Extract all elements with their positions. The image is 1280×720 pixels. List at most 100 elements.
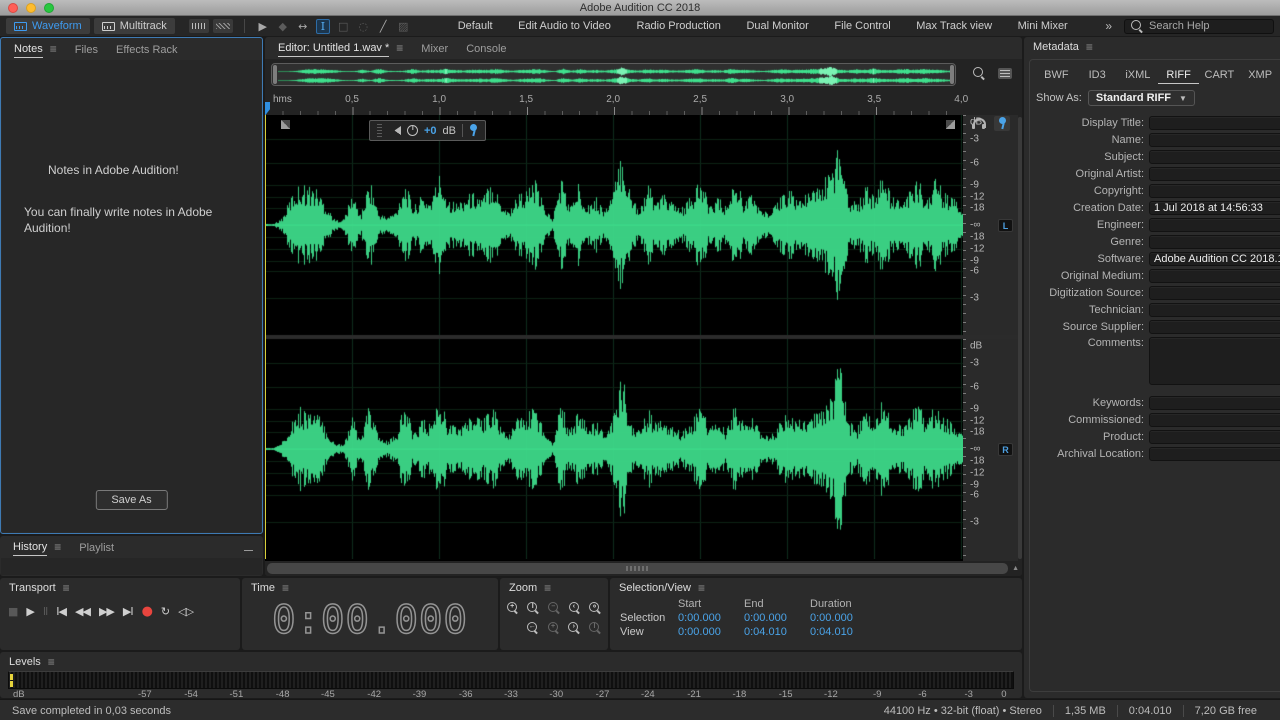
record-button[interactable]: ● bbox=[142, 604, 152, 619]
panel-tab[interactable]: Mixer bbox=[412, 40, 457, 57]
scrollbar-thumb[interactable] bbox=[267, 563, 1008, 574]
selection-end-value[interactable]: 0:00.000 bbox=[744, 612, 810, 624]
field-input[interactable] bbox=[1149, 184, 1280, 198]
volume-hud[interactable]: +0 dB bbox=[369, 120, 486, 141]
workspace-item[interactable]: Dual Monitor bbox=[746, 20, 808, 32]
field-input[interactable] bbox=[1149, 150, 1280, 164]
zoom-in-amplitude-icon[interactable]: I bbox=[525, 599, 543, 616]
selection-duration-value[interactable]: 0:00.000 bbox=[810, 612, 880, 624]
field-input[interactable] bbox=[1149, 337, 1280, 385]
zoom-navigator-strip[interactable] bbox=[271, 63, 956, 86]
stop-button[interactable]: ■ bbox=[8, 605, 17, 618]
panel-tab[interactable]: History bbox=[4, 538, 70, 556]
zoom-window-button[interactable] bbox=[44, 3, 54, 13]
multitrack-mode-button[interactable]: Multitrack bbox=[94, 18, 175, 34]
zoom-reset-icon[interactable]: I bbox=[586, 619, 604, 636]
panel-tab[interactable]: Effects Rack bbox=[107, 41, 187, 58]
hud-pin-icon[interactable] bbox=[469, 124, 478, 137]
panel-tab[interactable]: Playlist bbox=[70, 539, 123, 556]
metadata-tab[interactable]: iXML bbox=[1118, 66, 1159, 84]
field-input[interactable] bbox=[1149, 413, 1280, 427]
workspace-overflow-chevron[interactable]: » bbox=[1105, 19, 1112, 33]
field-input[interactable] bbox=[1149, 286, 1280, 300]
view-end-value[interactable]: 0:04.010 bbox=[744, 626, 810, 638]
workspace-item[interactable]: Default bbox=[458, 20, 493, 32]
field-input[interactable] bbox=[1149, 303, 1280, 317]
search-help-field[interactable]: Search Help bbox=[1124, 19, 1274, 34]
time-display[interactable]: 0:00.000 bbox=[242, 590, 498, 650]
field-input[interactable] bbox=[1149, 269, 1280, 283]
headphones-icon[interactable] bbox=[972, 118, 985, 129]
field-input[interactable] bbox=[1149, 218, 1280, 232]
workspace-item[interactable]: File Control bbox=[834, 20, 890, 32]
paintbrush-tool[interactable]: ╱ bbox=[376, 20, 390, 33]
show-as-dropdown[interactable]: Standard RIFF ▼ bbox=[1088, 90, 1195, 106]
rewind-button[interactable]: ◀◀ bbox=[75, 605, 90, 618]
time-selection-tool[interactable]: I bbox=[316, 19, 330, 34]
metadata-tab[interactable]: CART bbox=[1199, 66, 1240, 84]
skip-to-start-button[interactable]: Ⅰ◀ bbox=[56, 605, 66, 618]
zoom-in-right-edge-icon[interactable]: › bbox=[566, 619, 584, 636]
waveform-mode-button[interactable]: Waveform bbox=[6, 18, 90, 34]
field-input[interactable] bbox=[1149, 320, 1280, 334]
waveform-display[interactable]: +0 dB bbox=[265, 115, 963, 561]
lasso-selection-tool[interactable]: ◌ bbox=[356, 20, 370, 33]
scale-grabber-icon[interactable] bbox=[281, 120, 290, 129]
display-options-icon[interactable] bbox=[998, 68, 1012, 79]
razor-tool[interactable]: ◆ bbox=[276, 20, 290, 33]
gain-value[interactable]: +0 bbox=[424, 125, 437, 137]
field-input[interactable] bbox=[1149, 396, 1280, 410]
zoom-in-icon[interactable]: + bbox=[504, 599, 522, 616]
level-meter[interactable] bbox=[8, 671, 1014, 689]
close-window-button[interactable] bbox=[8, 3, 18, 13]
scroll-up-arrow-icon[interactable]: ▲ bbox=[1012, 565, 1019, 572]
waveform-view-button[interactable] bbox=[189, 19, 209, 33]
panel-tab[interactable]: Console bbox=[457, 40, 515, 57]
field-input[interactable]: Adobe Audition CC 2018.1 bbox=[1149, 252, 1280, 266]
skip-selection-button[interactable]: ◁▷ bbox=[178, 605, 193, 618]
field-input[interactable]: 1 Jul 2018 at 14:56:33 bbox=[1149, 201, 1280, 215]
playhead-marker[interactable] bbox=[265, 102, 270, 115]
workspace-item[interactable]: Edit Audio to Video bbox=[518, 20, 611, 32]
zoom-out-amplitude-icon[interactable]: + bbox=[545, 619, 563, 636]
fast-forward-button[interactable]: ▶▶ bbox=[99, 605, 114, 618]
pin-button[interactable] bbox=[994, 116, 1010, 131]
zoom-in-left-edge-icon[interactable]: ‹ bbox=[566, 599, 584, 616]
zoom-to-selection-icon[interactable]: ‹› bbox=[586, 599, 604, 616]
marquee-selection-tool[interactable]: □ bbox=[336, 20, 350, 33]
metadata-tab[interactable]: XMP bbox=[1240, 66, 1280, 84]
view-duration-value[interactable]: 0:04.010 bbox=[810, 626, 880, 638]
pause-button[interactable]: Ⅱ bbox=[43, 605, 47, 618]
panel-collapse-icon[interactable] bbox=[244, 550, 253, 551]
panel-tab[interactable]: Notes bbox=[5, 40, 66, 58]
zoom-out-full-icon[interactable]: ← bbox=[524, 619, 542, 636]
field-input[interactable] bbox=[1149, 235, 1280, 249]
loop-playback-button[interactable]: ↻ bbox=[161, 605, 169, 618]
field-input[interactable] bbox=[1149, 167, 1280, 181]
skip-to-end-button[interactable]: ▶Ⅰ bbox=[123, 605, 133, 618]
view-start-value[interactable]: 0:00.000 bbox=[678, 626, 744, 638]
zoom-out-icon[interactable]: – bbox=[545, 599, 563, 616]
timeline-ruler[interactable]: hms 0,51,01,52,02,53,03,54,0 bbox=[265, 91, 963, 115]
vertical-scrollbar[interactable] bbox=[1018, 117, 1022, 559]
notes-editor-area[interactable]: Notes in Adobe Audition! You can finally… bbox=[2, 60, 261, 532]
channel-badge-left[interactable]: L bbox=[998, 219, 1013, 232]
field-input[interactable] bbox=[1149, 447, 1280, 461]
play-button[interactable]: ▶ bbox=[26, 605, 33, 618]
hud-grip-icon[interactable] bbox=[377, 124, 382, 137]
selection-start-value[interactable]: 0:00.000 bbox=[678, 612, 744, 624]
zoom-out-full-icon[interactable] bbox=[973, 67, 985, 79]
metadata-tab[interactable]: ID3 bbox=[1077, 66, 1118, 84]
metadata-tab[interactable]: RIFF bbox=[1158, 66, 1199, 84]
workspace-item[interactable]: Max Track view bbox=[916, 20, 992, 32]
workspace-item[interactable]: Radio Production bbox=[637, 20, 721, 32]
gain-knob-icon[interactable] bbox=[407, 125, 418, 136]
horizontal-scrollbar[interactable]: ▲ bbox=[265, 561, 1022, 576]
field-input[interactable] bbox=[1149, 133, 1280, 147]
field-input[interactable] bbox=[1149, 430, 1280, 444]
scale-grabber-icon[interactable] bbox=[946, 120, 955, 129]
spot-healing-brush-tool[interactable]: ▨ bbox=[396, 20, 410, 33]
minimize-window-button[interactable] bbox=[26, 3, 36, 13]
panel-tab[interactable]: Files bbox=[66, 41, 107, 58]
save-as-button[interactable]: Save As bbox=[95, 490, 167, 510]
